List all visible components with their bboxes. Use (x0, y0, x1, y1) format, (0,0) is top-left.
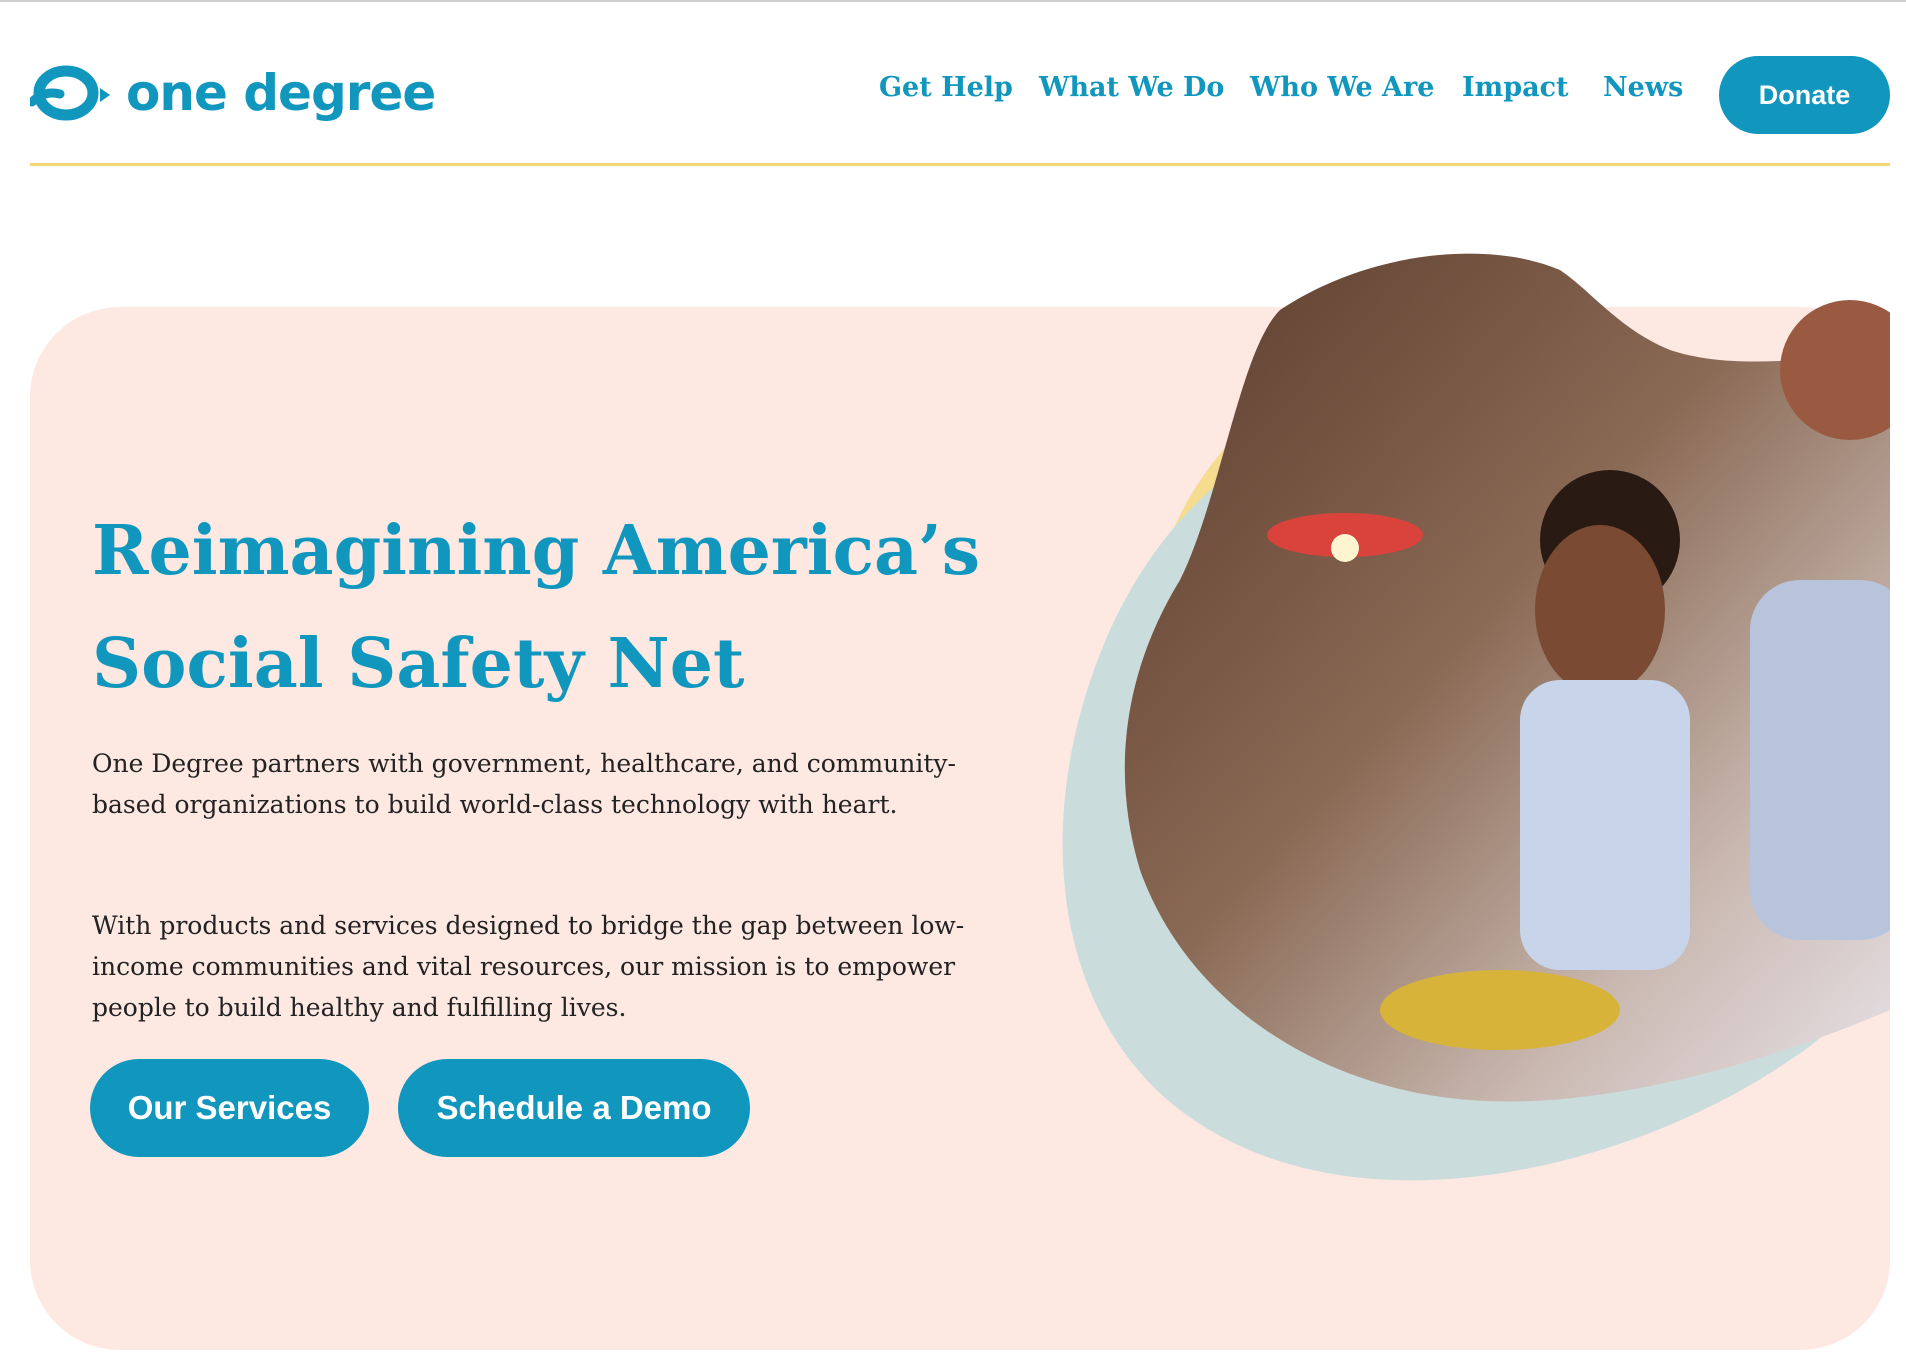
nav-news[interactable]: News (1603, 72, 1683, 103)
top-border (0, 0, 1906, 2)
main-nav: Get Help What We Do Who We Are Impact Ne… (0, 72, 1906, 122)
right-edge-fill (1890, 250, 1906, 1350)
hero-title-line-1: Reimagining America’s (92, 511, 980, 591)
nav-get-help[interactable]: Get Help (879, 72, 1013, 103)
hero-paragraph-1: One Degree partners with government, hea… (92, 749, 956, 819)
nav-impact[interactable]: Impact (1462, 72, 1568, 103)
donate-button[interactable]: Donate (1719, 56, 1890, 134)
hero-title-line-2: Social Safety Net (92, 624, 745, 704)
hero-title: Reimagining America’s Social Safety Net (92, 495, 992, 721)
nav-who-we-are[interactable]: Who We Are (1250, 72, 1434, 103)
nav-what-we-do[interactable]: What We Do (1039, 72, 1224, 103)
header-divider (30, 163, 1890, 166)
our-services-button[interactable]: Our Services (90, 1059, 369, 1157)
schedule-demo-button[interactable]: Schedule a Demo (398, 1059, 750, 1157)
hero-illustration (1062, 253, 1906, 1181)
hero-paragraph-2: With products and services designed to b… (92, 911, 965, 1022)
